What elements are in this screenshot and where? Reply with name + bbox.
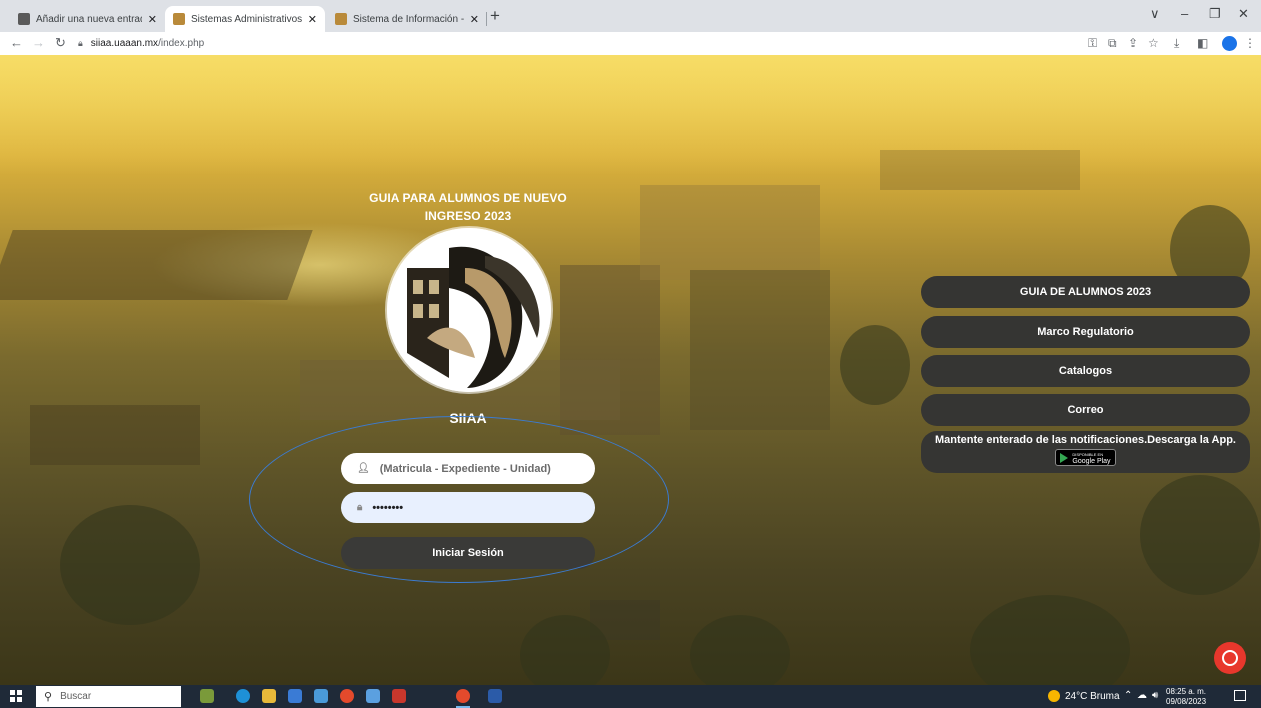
password-value: •••••••• [372, 501, 404, 514]
clock-time: 08:25 a. m. [1166, 687, 1207, 696]
open-in-window-icon[interactable]: ⧉ [1108, 36, 1117, 51]
uaaan-logo [387, 228, 551, 392]
new-tab-button[interactable]: + [490, 6, 500, 26]
campus-building [880, 150, 1080, 190]
search-icon: ⚲ [44, 691, 53, 703]
tree [60, 505, 200, 625]
browser-tab-1[interactable]: Añadir una nueva entrada ‹ Uni ✕ [10, 6, 165, 32]
wordpress-favicon-icon [18, 13, 30, 25]
tree [970, 595, 1130, 685]
weather-sun-icon [1048, 690, 1060, 702]
notification-bell-button[interactable] [1214, 642, 1246, 674]
username-placeholder: (Matricula - Expediente - Unidad) [379, 462, 551, 475]
campus-building [30, 405, 200, 465]
app-notice-text: Mantente enterado de las notificaciones.… [935, 434, 1236, 446]
url-path: /index.php [158, 38, 205, 49]
tab-search-icon[interactable]: ∨ [1150, 6, 1160, 22]
action-center-icon[interactable] [1234, 690, 1246, 701]
browser-menu-icon[interactable]: ⋮ [1244, 36, 1256, 50]
close-window-button[interactable]: ✕ [1238, 6, 1249, 22]
tree [1140, 475, 1260, 595]
close-tab-icon[interactable]: ✕ [148, 13, 157, 26]
download-icon[interactable]: ⤓ [1174, 36, 1179, 51]
page-viewport: GUIA PARA ALUMNOS DE NUEVO INGRESO 2023 … [0, 55, 1261, 685]
browser-tab-2[interactable]: Sistemas Administrativos -UAAA ✕ [165, 6, 325, 32]
clock-date: 09/08/2023 [1166, 697, 1207, 706]
system-name: SIIAA [449, 410, 487, 426]
bell-icon [1222, 650, 1238, 666]
tab-divider [486, 12, 487, 26]
taskbar-search-placeholder: Buscar [60, 691, 92, 702]
network-icon[interactable]: ☁ [1137, 690, 1147, 701]
regulatory-framework-button[interactable]: Marco Regulatorio [921, 316, 1250, 348]
close-tab-icon[interactable]: ✕ [470, 13, 479, 26]
browser-toolbar: ← → ↻ 🔒︎ siiaa.uaaan.mx/index.php ⚿ ⧉ ⇪ … [0, 32, 1261, 55]
chrome-icon[interactable] [340, 689, 354, 703]
bookmark-star-icon[interactable]: ☆ [1148, 36, 1159, 50]
windows-start-icon[interactable] [10, 690, 22, 702]
login-button[interactable]: Iniciar Sesión [341, 537, 595, 569]
browser-tab-strip: Añadir una nueva entrada ‹ Uni ✕ Sistema… [0, 0, 1261, 32]
campus-building [690, 270, 830, 430]
username-input[interactable]: 👤︎ (Matricula - Expediente - Unidad) [341, 453, 595, 484]
tab-title: Sistemas Administrativos -UAAA [191, 13, 302, 25]
share-icon[interactable]: ⇪ [1128, 36, 1138, 50]
windows-taskbar: ⚲ Buscar 24°C Bruma ⌃ ☁ 🔊︎ 08:25 a. m. 0… [0, 685, 1261, 708]
lock-icon: 🔒︎ [357, 502, 363, 513]
tree [520, 615, 610, 685]
volume-icon[interactable]: 🔊︎ [1152, 690, 1158, 701]
chrome-active-icon[interactable] [456, 689, 470, 703]
powerpoint-icon[interactable] [392, 689, 406, 703]
catalogs-button[interactable]: Catalogos [921, 355, 1250, 387]
profile-avatar[interactable] [1222, 36, 1237, 51]
lock-icon: 🔒︎ [78, 38, 83, 48]
google-play-icon [1060, 452, 1069, 463]
news-widget-icon[interactable] [200, 689, 214, 703]
taskbar-search-box[interactable]: ⚲ Buscar [36, 686, 181, 707]
photos-icon[interactable] [366, 689, 380, 703]
user-icon: 👤︎ [357, 463, 370, 474]
weather-text: 24°C Bruma [1065, 690, 1120, 702]
edge-browser-icon[interactable] [236, 689, 250, 703]
forward-arrow-icon[interactable]: → [32, 35, 45, 50]
back-arrow-icon[interactable]: ← [10, 35, 23, 50]
taskbar-clock[interactable]: 08:25 a. m. 09/08/2023 [1166, 687, 1206, 707]
url-host: siiaa.uaaan.mx [90, 38, 159, 49]
address-bar[interactable]: 🔒︎ siiaa.uaaan.mx/index.php [78, 34, 768, 53]
google-play-badge[interactable]: DISPONIBLE EN Google Play [1055, 449, 1116, 466]
guide-heading-link[interactable]: GUIA PARA ALUMNOS DE NUEVO INGRESO 2023 [368, 189, 568, 225]
campus-building [0, 230, 313, 300]
store-badge-small-text: DISPONIBLE EN [1072, 451, 1104, 457]
word-icon[interactable] [488, 689, 502, 703]
uaaan-favicon-icon [335, 13, 347, 25]
browser-tab-3[interactable]: Sistema de Información - UAAAN ✕ [327, 6, 487, 32]
key-icon[interactable]: ⚿ [1088, 36, 1097, 51]
tab-title: Añadir una nueva entrada ‹ Uni [36, 13, 142, 25]
store-icon[interactable] [288, 689, 302, 703]
mail-icon[interactable] [314, 689, 328, 703]
student-guide-button[interactable]: GUIA DE ALUMNOS 2023 [921, 276, 1250, 308]
weather-widget[interactable]: 24°C Bruma [1048, 690, 1120, 702]
store-badge-text: Google Play [1072, 457, 1111, 465]
app-download-card: Mantente enterado de las notificaciones.… [921, 431, 1250, 473]
close-tab-icon[interactable]: ✕ [308, 13, 317, 26]
show-hidden-icons-icon[interactable]: ⌃ [1124, 690, 1132, 701]
password-input[interactable]: 🔒︎ •••••••• [341, 492, 595, 523]
uaaan-favicon-icon [173, 13, 185, 25]
tree [690, 615, 790, 685]
email-button[interactable]: Correo [921, 394, 1250, 426]
reload-icon[interactable]: ↻ [55, 35, 66, 51]
restore-button[interactable]: ❐ [1209, 6, 1221, 22]
tab-title: Sistema de Información - UAAAN [353, 13, 464, 25]
side-panel-icon[interactable]: ◧ [1197, 36, 1208, 50]
file-explorer-icon[interactable] [262, 689, 276, 703]
tree [840, 325, 910, 405]
campus-building [640, 185, 820, 280]
minimize-button[interactable]: – [1181, 6, 1188, 21]
